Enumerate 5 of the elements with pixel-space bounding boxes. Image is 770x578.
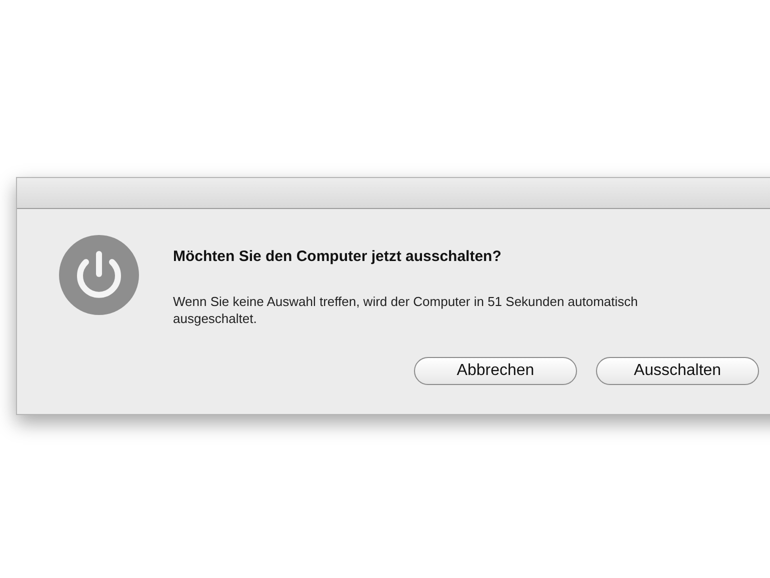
power-icon	[58, 234, 140, 316]
dialog-heading: Möchten Sie den Computer jetzt ausschalten?	[173, 247, 502, 267]
dialog-button[interactable]: Abbrechen	[414, 356, 577, 384]
dialog-message: Wenn Sie keine Auswahl treffen, wird der Computer in 51 Sekunden automatisch ausgeschaltet.	[173, 292, 639, 326]
dialog-button[interactable]: Ausschalten	[596, 356, 759, 384]
